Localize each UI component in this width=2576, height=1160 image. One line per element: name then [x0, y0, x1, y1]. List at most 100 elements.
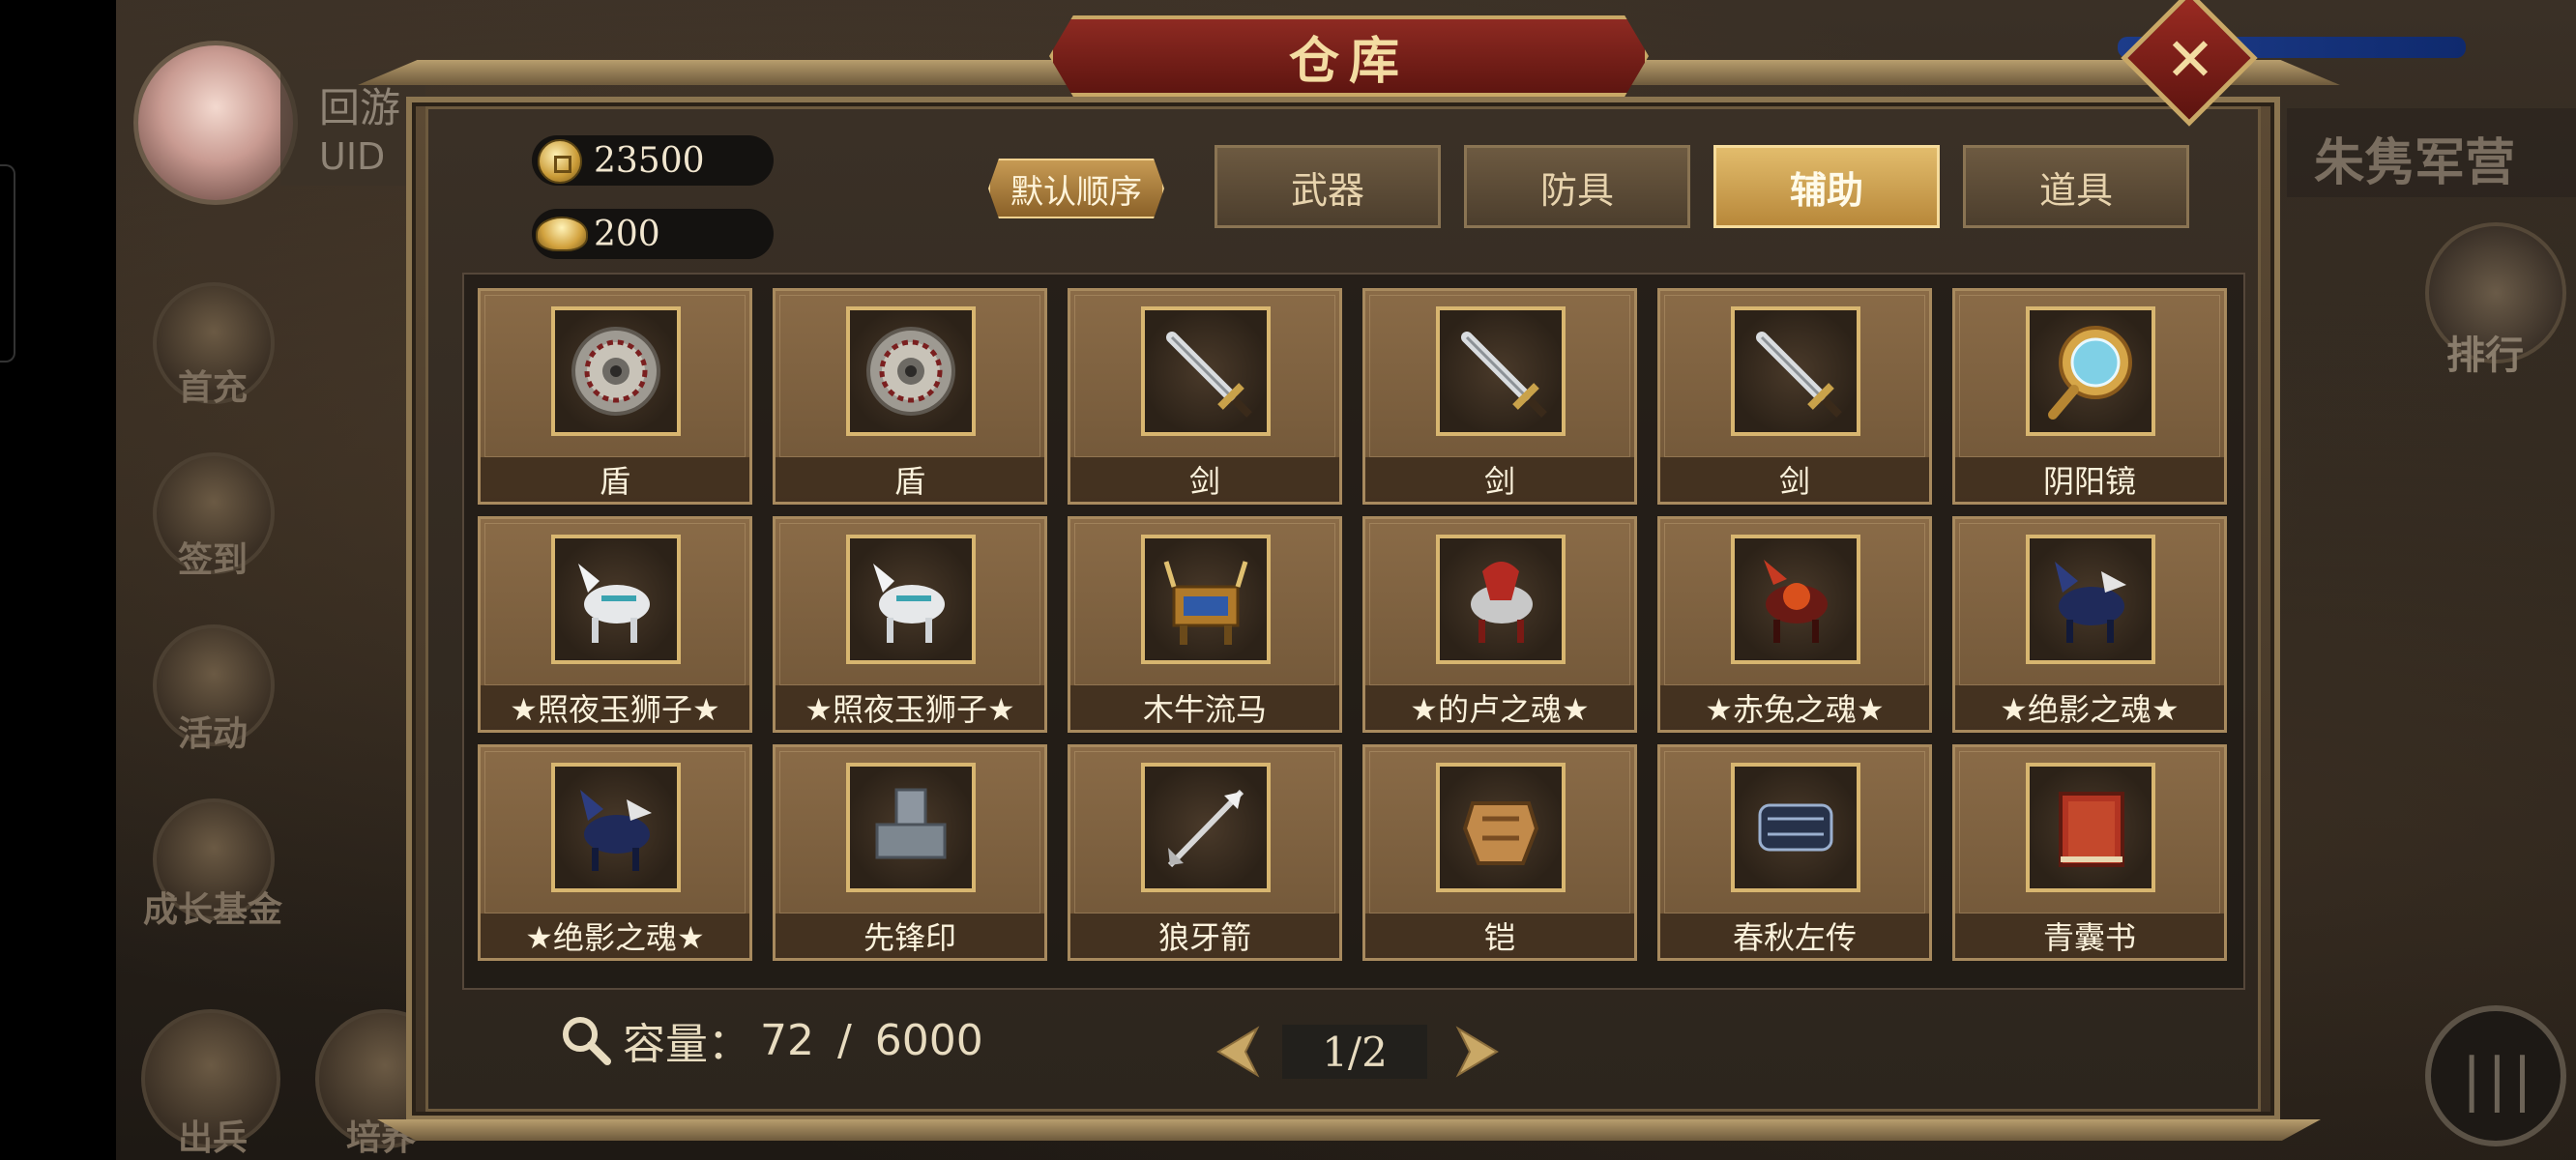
- page-indicator: 1/2: [1282, 1025, 1427, 1079]
- red-horse-icon: [1471, 562, 1533, 643]
- white-horse-icon: [578, 564, 650, 643]
- capacity-label: 容量：: [623, 1020, 750, 1069]
- modal-bottom-rail: [377, 1119, 2321, 1141]
- capacity-display: 容量： 72 / 6000: [559, 1013, 983, 1069]
- item-name: 狼牙箭: [1070, 914, 1339, 958]
- item-name: 盾: [776, 457, 1044, 502]
- sort-order-button[interactable]: 默认顺序: [988, 159, 1164, 218]
- item-icon-frame: [1141, 763, 1271, 892]
- ingot-balance: 200: [532, 209, 774, 259]
- item-icon-frame: [1731, 535, 1860, 664]
- item-name: 木牛流马: [1070, 685, 1339, 730]
- tab-weapons[interactable]: 武器: [1215, 145, 1441, 228]
- inventory-slot[interactable]: 狼牙箭: [1068, 744, 1342, 961]
- armor-icon: [1462, 801, 1539, 865]
- player-uid: UID: [319, 135, 386, 178]
- first-recharge-label: 首充: [177, 368, 248, 408]
- item-icon-frame: [1436, 763, 1566, 892]
- item-name: 剑: [1070, 457, 1339, 502]
- growth-fund-label: 成长基金: [142, 890, 282, 930]
- red-hare-icon: [1764, 560, 1828, 643]
- item-name: ★绝影之魂★: [1955, 685, 2224, 730]
- modal-title-banner: 仓库: [1049, 15, 1649, 97]
- ingot-icon: [536, 217, 588, 251]
- item-icon-frame: [846, 535, 976, 664]
- item-name: ★照夜玉狮子★: [481, 685, 749, 730]
- search-icon: [563, 1017, 611, 1065]
- coin-icon: [538, 139, 582, 184]
- item-icon-frame: [1141, 306, 1271, 436]
- inventory-slot[interactable]: ★赤兔之魂★: [1657, 516, 1932, 733]
- white-horse-icon: [873, 564, 945, 643]
- sword-icon: [1461, 332, 1547, 418]
- book-icon: [2059, 792, 2124, 867]
- scroll-icon: [1758, 803, 1833, 852]
- activity-label: 活动: [177, 714, 248, 754]
- shield-icon: [866, 327, 955, 416]
- next-page-icon[interactable]: [1450, 1023, 1508, 1081]
- inventory-slot[interactable]: 盾: [773, 288, 1047, 505]
- inventory-slot[interactable]: 剑: [1657, 288, 1932, 505]
- item-name: 阴阳镜: [1955, 457, 2224, 502]
- inventory-slot[interactable]: 木牛流马: [1068, 516, 1342, 733]
- item-icon-frame: [1141, 535, 1271, 664]
- inventory-slot[interactable]: ★绝影之魂★: [1952, 516, 2227, 733]
- item-icon-frame: [551, 763, 681, 892]
- item-icon-frame: [2026, 535, 2155, 664]
- capacity-total: 6000: [874, 1015, 983, 1065]
- item-icon-frame: [2026, 306, 2155, 436]
- item-name: 先锋印: [776, 914, 1044, 958]
- inventory-slot[interactable]: 阴阳镜: [1952, 288, 2227, 505]
- item-name: ★赤兔之魂★: [1660, 685, 1929, 730]
- ingot-amount: 200: [594, 215, 660, 254]
- inventory-slot[interactable]: 先锋印: [773, 744, 1047, 961]
- item-name: ★照夜玉狮子★: [776, 685, 1044, 730]
- item-name: 青囊书: [1955, 914, 2224, 958]
- item-icon-frame: [1436, 306, 1566, 436]
- item-icon-frame: [551, 306, 681, 436]
- item-icon-frame: [551, 535, 681, 664]
- modal-title: 仓库: [1288, 31, 1409, 91]
- item-icon-frame: [2026, 763, 2155, 892]
- inventory-slot[interactable]: ★绝影之魂★: [478, 744, 752, 961]
- camp-label: 朱隽军营: [2314, 134, 2516, 192]
- inventory-slot[interactable]: 铠: [1362, 744, 1637, 961]
- item-icon-frame: [1436, 535, 1566, 664]
- item-icon-frame: [1731, 306, 1860, 436]
- dark-horse-icon: [2055, 562, 2126, 643]
- sword-icon: [1756, 332, 1842, 418]
- inventory-slot[interactable]: 春秋左传: [1657, 744, 1932, 961]
- seal-icon: [875, 788, 947, 859]
- shield-icon: [571, 327, 660, 416]
- item-name: 春秋左传: [1660, 914, 1929, 958]
- sign-in-label: 签到: [177, 540, 248, 580]
- arrow-icon: [1167, 789, 1244, 868]
- inventory-slot[interactable]: 剑: [1362, 288, 1637, 505]
- capacity-used: 72: [760, 1015, 814, 1065]
- close-icon[interactable]: ✕: [2147, 15, 2234, 102]
- item-name: 剑: [1660, 457, 1929, 502]
- inventory-slot[interactable]: ★的卢之魂★: [1362, 516, 1637, 733]
- item-name: 铠: [1365, 914, 1634, 958]
- tab-armor[interactable]: 防具: [1464, 145, 1690, 228]
- inventory-slot[interactable]: 青囊书: [1952, 744, 2227, 961]
- tab-items[interactable]: 道具: [1963, 145, 2189, 228]
- item-name: 盾: [481, 457, 749, 502]
- inventory-slot[interactable]: 剑: [1068, 288, 1342, 505]
- player-avatar[interactable]: [133, 41, 298, 205]
- menu-icon: |||: [2462, 1046, 2538, 1114]
- wooden-ox-icon: [1163, 561, 1248, 645]
- main-menu-button[interactable]: |||: [2425, 1005, 2566, 1146]
- item-name: ★绝影之魂★: [481, 914, 749, 958]
- inventory-slot[interactable]: ★照夜玉狮子★: [478, 516, 752, 733]
- item-icon-frame: [846, 306, 976, 436]
- mirror-icon: [2048, 326, 2132, 420]
- item-icon-frame: [1731, 763, 1860, 892]
- prev-page-icon[interactable]: [1207, 1023, 1265, 1081]
- camp-label-box: 朱隽军营: [2287, 108, 2576, 197]
- item-name: 剑: [1365, 457, 1634, 502]
- screen-notch: [0, 164, 15, 362]
- inventory-slot[interactable]: 盾: [478, 288, 752, 505]
- inventory-slot[interactable]: ★照夜玉狮子★: [773, 516, 1047, 733]
- tab-auxiliary[interactable]: 辅助: [1713, 145, 1940, 228]
